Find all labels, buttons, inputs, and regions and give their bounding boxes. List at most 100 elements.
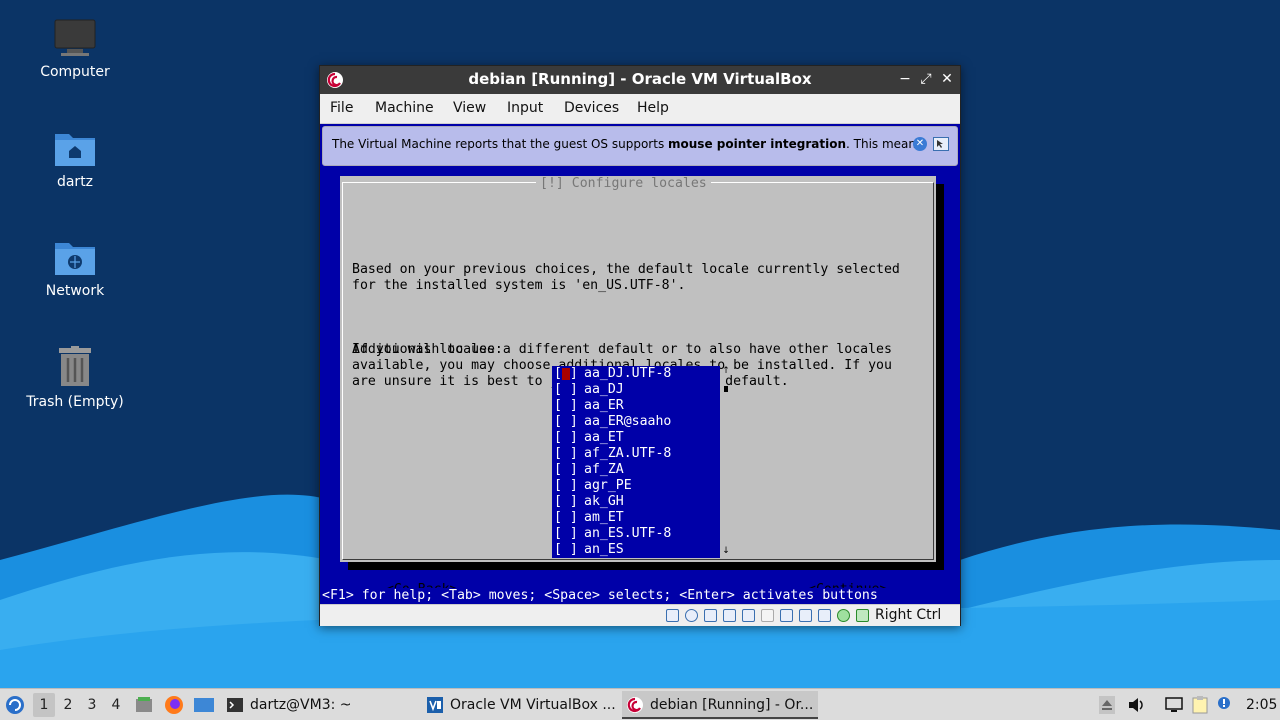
locale-name: aa_ER@saaho (584, 414, 672, 429)
locale-checkbox[interactable]: [ ] (554, 462, 578, 478)
window-title: debian [Running] - Oracle VM VirtualBox (468, 70, 812, 88)
locale-checkbox[interactable]: [ ] (554, 542, 578, 558)
optical-drive-icon[interactable] (685, 609, 698, 622)
mouse-integration-banner: The Virtual Machine reports that the gue… (322, 126, 958, 166)
locale-option[interactable]: [ ] af_ZA.UTF-8 (552, 446, 720, 462)
task-debian-vm[interactable]: debian [Running] - Or... (622, 691, 818, 719)
locale-name: aa_DJ.UTF-8 (584, 366, 672, 381)
terminal-icon (227, 698, 243, 712)
locale-name: am_ET (584, 510, 624, 525)
start-menu-icon[interactable] (5, 695, 25, 715)
notification-icon[interactable] (1217, 696, 1235, 714)
guest-additions-icon[interactable] (837, 609, 850, 622)
locale-checkbox[interactable]: [ ] (554, 478, 578, 494)
volume-icon[interactable] (1127, 696, 1145, 714)
locale-list[interactable]: [ ] aa_DJ.UTF-8 [ ] aa_DJ [ ] aa_ER [ ] … (552, 366, 720, 558)
task-label: Oracle VM VirtualBox ... (450, 697, 616, 713)
dialog-title: [!] Configure locales (536, 176, 711, 192)
banner-close-icon[interactable]: ✕ (913, 137, 927, 151)
menu-file[interactable]: File (330, 100, 353, 116)
locale-option[interactable]: [ ] agr_PE (552, 478, 720, 494)
locale-option[interactable]: [ ] aa_ER@saaho (552, 414, 720, 430)
close-button[interactable]: ✕ (938, 70, 956, 88)
display-icon[interactable] (780, 609, 793, 622)
vt-x-icon[interactable] (818, 609, 831, 622)
desktop-icon-network[interactable]: Network (15, 237, 135, 299)
vm-display[interactable]: [!] Configure locales Based on your prev… (320, 124, 960, 604)
desktop-icon-label: Trash (Empty) (26, 394, 124, 410)
vm-status-bar: Right Ctrl (320, 604, 960, 626)
locale-name: af_ZA.UTF-8 (584, 446, 672, 461)
audio-icon[interactable] (704, 609, 717, 622)
locale-checkbox[interactable]: [ ] (554, 526, 578, 542)
banner-text-suffix: . This means (846, 137, 923, 151)
locale-checkbox[interactable]: [ ] (554, 414, 578, 430)
locale-checkbox[interactable]: [ ] (554, 398, 578, 414)
workspace-3[interactable]: 3 (81, 693, 103, 717)
locale-checkbox[interactable]: [ ] (554, 494, 578, 510)
desktop-icon-computer[interactable]: Computer (15, 18, 135, 80)
desktop-icon-label: Network (45, 283, 105, 299)
locale-checkbox[interactable]: [ ] (554, 430, 578, 446)
task-terminal[interactable]: dartz@VM3: ~ (222, 691, 418, 719)
locale-checkbox[interactable]: [ ] (554, 446, 578, 462)
workspace-1[interactable]: 1 (33, 693, 55, 717)
menu-machine[interactable]: Machine (375, 100, 434, 116)
scroll-down-arrow-icon[interactable]: ↓ (722, 546, 730, 556)
locale-name: an_ES (584, 542, 624, 557)
locale-name: aa_DJ (584, 382, 624, 397)
desktop-icon-label: Computer (40, 64, 110, 80)
locale-option[interactable]: [ ] aa_DJ (552, 382, 720, 398)
desktop-icon-home-folder[interactable]: dartz (15, 128, 135, 190)
network-adapter-icon[interactable] (723, 609, 736, 622)
taskbar: 1 2 3 4 dartz@VM3: ~ Oracle VM VirtualBo… (0, 688, 1280, 720)
locale-name: aa_ER (584, 398, 624, 413)
network-status-icon[interactable] (1165, 696, 1183, 714)
body-paragraph-1: Based on your previous choices, the defa… (352, 262, 900, 293)
maximize-button[interactable]: ⤢ (917, 70, 935, 88)
locale-option[interactable]: [ ] an_ES (552, 542, 720, 558)
clock[interactable]: 2:05 (1246, 689, 1277, 720)
eject-icon[interactable] (1099, 696, 1115, 714)
firefox-icon[interactable] (164, 695, 184, 715)
locale-option[interactable]: [ ] an_ES.UTF-8 (552, 526, 720, 542)
virtualbox-window: debian [Running] - Oracle VM VirtualBox … (319, 65, 961, 626)
desktop-icon-trash[interactable]: Trash (Empty) (15, 346, 135, 410)
menu-help[interactable]: Help (637, 100, 669, 116)
scrollbar-thumb[interactable] (724, 386, 728, 392)
menu-view[interactable]: View (453, 100, 486, 116)
locale-option[interactable]: [ ] af_ZA (552, 462, 720, 478)
banner-text-bold: mouse pointer integration (668, 137, 846, 151)
menu-devices[interactable]: Devices (564, 100, 619, 116)
task-label: debian [Running] - Or... (650, 697, 814, 713)
workspace-4[interactable]: 4 (105, 693, 127, 717)
shared-folders-icon[interactable] (761, 609, 774, 622)
trash-icon (59, 346, 91, 386)
task-virtualbox-manager[interactable]: Oracle VM VirtualBox ... (422, 691, 618, 719)
debian-swirl-icon (627, 697, 643, 713)
locale-option[interactable]: [ ] aa_ER (552, 398, 720, 414)
hard-disk-icon[interactable] (666, 609, 679, 622)
usb-icon[interactable] (742, 609, 755, 622)
workspace-2[interactable]: 2 (57, 693, 79, 717)
locale-option[interactable]: [ ] am_ET (552, 510, 720, 526)
locale-option[interactable]: [ ] aa_ET (552, 430, 720, 446)
mouse-integration-icon[interactable] (933, 137, 949, 151)
minimize-button[interactable]: − (896, 70, 914, 88)
mouse-integration-status-icon[interactable] (856, 609, 869, 622)
scroll-up-arrow-icon[interactable]: ↑ (722, 366, 730, 376)
locale-list-scrollbar[interactable]: ↑ ↓ (722, 366, 730, 558)
locale-checkbox[interactable]: [ ] (554, 382, 578, 398)
task-label: dartz@VM3: ~ (250, 697, 352, 713)
locale-option[interactable]: [ ] aa_DJ.UTF-8 (552, 366, 720, 382)
locale-option[interactable]: [ ] ak_GH (552, 494, 720, 510)
installer-dialog: [!] Configure locales Based on your prev… (340, 176, 936, 597)
selection-cursor (562, 368, 570, 380)
video-capture-icon[interactable] (799, 609, 812, 622)
window-titlebar[interactable]: debian [Running] - Oracle VM VirtualBox … (320, 66, 960, 94)
show-desktop-icon[interactable] (193, 695, 215, 715)
clipboard-icon[interactable] (1191, 696, 1209, 714)
file-manager-icon[interactable] (134, 695, 154, 715)
locale-checkbox[interactable]: [ ] (554, 510, 578, 526)
menu-input[interactable]: Input (507, 100, 543, 116)
